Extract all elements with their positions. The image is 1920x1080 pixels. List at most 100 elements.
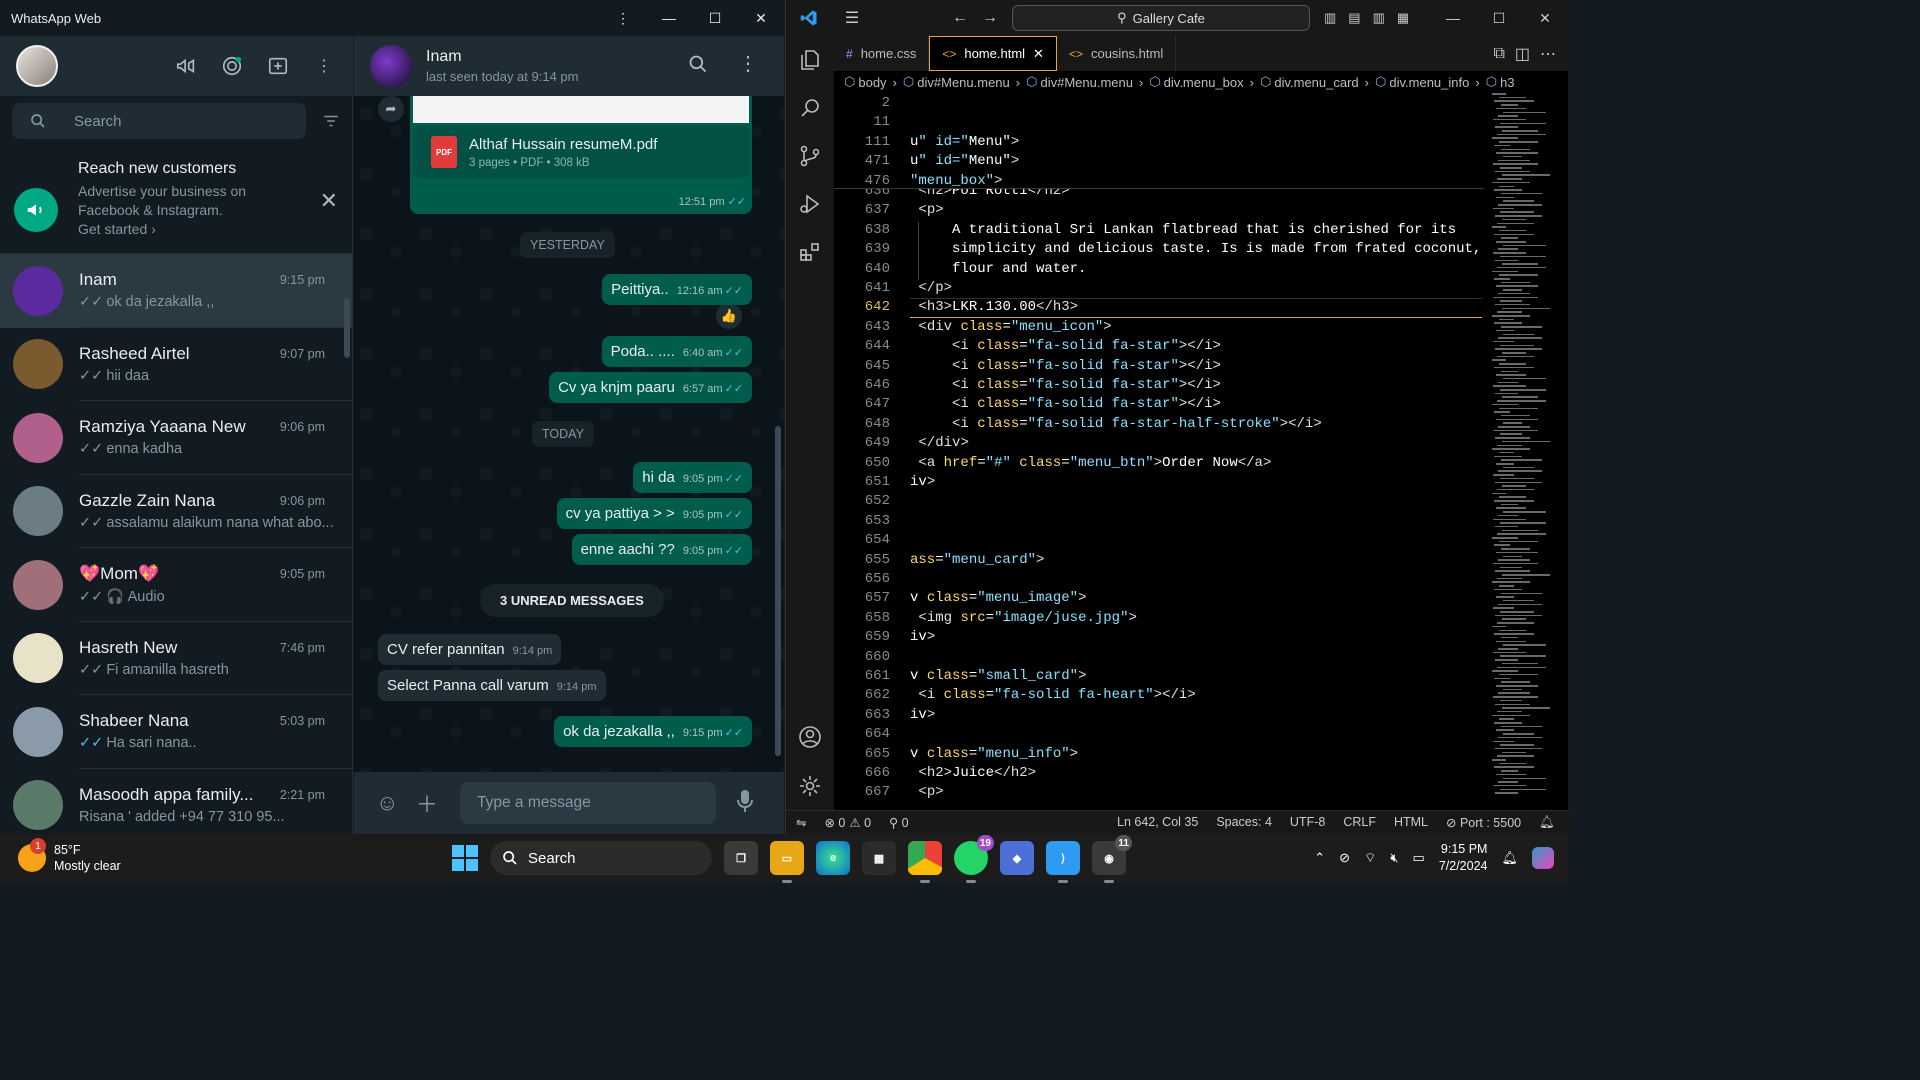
breadcrumb-item[interactable]: div#Menu.menu xyxy=(1040,75,1133,90)
code-line[interactable]: v class="menu_info"> xyxy=(910,746,1078,762)
explorer-icon[interactable] xyxy=(786,36,834,84)
open-preview-icon[interactable]: ⧉ xyxy=(1493,45,1504,63)
outgoing-message[interactable]: enne aachi ?? 9:05 pm ✓✓ xyxy=(571,534,752,565)
toggle-sidebar-icon[interactable]: ▥ xyxy=(1324,10,1336,26)
outgoing-message[interactable]: Poda.. .... 6:40 am ✓✓ xyxy=(601,336,752,367)
incoming-message[interactable]: CV refer pannitan 9:14 pm xyxy=(378,634,562,665)
chat-list-item[interactable]: Shabeer Nana 5:03 pm ✓✓ Ha sari nana.. xyxy=(0,695,352,769)
code-line[interactable]: iv> xyxy=(910,629,935,645)
close-button[interactable]: ✕ xyxy=(1522,0,1568,36)
reaction-emoji[interactable]: 👍 xyxy=(716,303,742,329)
outgoing-message[interactable]: ok da jezakalla ,, 9:15 pm ✓✓ xyxy=(554,716,752,747)
code-line[interactable]: <i class="fa-solid fa-star-half-stroke">… xyxy=(910,416,1322,432)
app-cube-icon[interactable]: ◆ xyxy=(1000,841,1034,875)
menu-icon[interactable]: ⋮ xyxy=(312,54,336,78)
code-line[interactable]: <i class="fa-solid fa-star"></i> xyxy=(910,338,1221,354)
maximize-button[interactable]: ☐ xyxy=(1476,0,1522,36)
whatsapp-web-icon[interactable]: ◉ 11 xyxy=(1092,835,1132,883)
code-line[interactable]: A traditional Sri Lankan flatbread that … xyxy=(910,222,1456,238)
settings-gear-icon[interactable] xyxy=(786,762,834,810)
minimap[interactable] xyxy=(1492,93,1554,810)
my-avatar[interactable] xyxy=(16,45,58,87)
emoji-icon[interactable]: ☺ xyxy=(376,790,416,816)
taskbar-search[interactable]: Search xyxy=(490,841,712,875)
battery-icon[interactable]: ▭ xyxy=(1413,850,1425,866)
promo-cta[interactable]: Get started › xyxy=(78,220,320,239)
editor-tab[interactable]: <> cousins.html xyxy=(1057,36,1177,71)
line-ending[interactable]: CRLF xyxy=(1343,815,1376,830)
conversation-scrollbar[interactable] xyxy=(775,426,781,756)
copilot-icon[interactable] xyxy=(1532,847,1554,869)
code-line[interactable]: iv> xyxy=(910,707,935,723)
code-line[interactable]: <h3>LKR.130.00</h3> xyxy=(910,299,1078,315)
network-off-icon[interactable]: ⊘ xyxy=(1339,850,1350,866)
microphone-icon[interactable] xyxy=(736,789,754,818)
maximize-button[interactable]: ☐ xyxy=(692,0,738,36)
code-line[interactable]: <i class="fa-solid fa-star"></i> xyxy=(910,358,1221,374)
customize-layout-icon[interactable]: ▦ xyxy=(1397,10,1409,26)
message-input[interactable]: Type a message xyxy=(460,782,716,824)
search-icon[interactable] xyxy=(688,54,708,79)
task-view-icon[interactable]: ❐ xyxy=(724,841,758,875)
outgoing-message[interactable]: hi da 9:05 pm ✓✓ xyxy=(633,462,752,493)
outgoing-message[interactable]: Cv ya knjm paaru 6:57 am ✓✓ xyxy=(549,372,752,403)
code-line[interactable]: flour and water. xyxy=(910,261,1086,277)
breadcrumb-item[interactable]: div#Menu.menu xyxy=(917,75,1010,90)
more-options-icon[interactable]: ⋮ xyxy=(600,0,646,36)
vscode-taskbar-icon[interactable]: ⟩ xyxy=(1046,841,1080,883)
breadcrumb-item[interactable]: div.menu_info xyxy=(1389,75,1469,90)
chat-list-item[interactable]: Rasheed Airtel 9:07 pm ✓✓ hii daa xyxy=(0,328,352,401)
attach-icon[interactable]: ＋ xyxy=(416,787,456,819)
chat-list-item[interactable]: Inam 9:15 pm ✓✓ ok da jezakalla ,, xyxy=(0,254,352,328)
editor-tab[interactable]: <> home.html ✕ xyxy=(929,36,1057,71)
more-actions-icon[interactable]: ⋯ xyxy=(1540,44,1556,64)
volume-muted-icon[interactable]: 🔇︎ xyxy=(1390,850,1398,866)
notifications-bell-icon[interactable]: 🔔︎ xyxy=(1539,815,1555,830)
breadcrumb-item[interactable]: div.menu_box xyxy=(1164,75,1244,90)
outgoing-message[interactable]: Peittiya.. 12:16 am ✓✓ xyxy=(602,274,752,305)
code-line[interactable]: ass="menu_card"> xyxy=(910,552,1044,568)
code-line[interactable]: <div class="menu_icon"> xyxy=(910,319,1111,335)
code-line[interactable]: simplicity and delicious taste. Is is ma… xyxy=(910,241,1481,257)
close-tab-icon[interactable]: ✕ xyxy=(1033,46,1044,62)
new-chat-icon[interactable] xyxy=(266,54,290,78)
outgoing-message[interactable]: cv ya pattiya > > 9:05 pm ✓✓ xyxy=(556,498,752,529)
promo-banner[interactable]: Reach new customers Advertise your busin… xyxy=(0,146,352,254)
forward-arrow-icon[interactable]: → xyxy=(982,9,998,27)
pdf-file[interactable]: PDF Althaf Hussain resumeM.pdf 3 pages •… xyxy=(413,126,749,178)
code-line[interactable]: <i class="fa-solid fa-heart"></i> xyxy=(910,687,1195,703)
toggle-panel-icon[interactable]: ▤ xyxy=(1348,10,1360,26)
chat-list-item[interactable]: Ramziya Yaaana New 9:06 pm ✓✓ enna kadha xyxy=(0,401,352,475)
cursor-position[interactable]: Ln 642, Col 35 xyxy=(1117,815,1198,830)
chat-list-item[interactable]: 💖Mom💖 9:05 pm ✓✓ 🎧 Audio xyxy=(0,548,352,622)
code-line[interactable]: <h2>Juice</h2> xyxy=(910,765,1036,781)
close-icon[interactable]: ✕ xyxy=(320,188,338,241)
code-line[interactable]: <p> xyxy=(910,784,943,800)
filter-icon[interactable] xyxy=(306,112,340,130)
file-explorer-icon[interactable]: ▭ xyxy=(770,841,804,883)
command-center[interactable]: ⚲ Gallery Cafe xyxy=(1012,5,1310,31)
hamburger-menu-icon[interactable]: ☰ xyxy=(832,8,872,28)
problems-errors[interactable]: ⊗ 0 xyxy=(824,815,845,830)
toggle-secondary-sidebar-icon[interactable]: ▥ xyxy=(1373,10,1385,26)
run-debug-icon[interactable] xyxy=(786,180,834,228)
ports-indicator[interactable]: ⚲ 0 xyxy=(889,815,909,830)
contact-avatar[interactable] xyxy=(370,45,412,87)
search-icon[interactable] xyxy=(786,84,834,132)
code-line[interactable]: </p> xyxy=(910,280,952,296)
indentation[interactable]: Spaces: 4 xyxy=(1216,815,1272,830)
whatsapp-icon[interactable]: 19 xyxy=(954,835,994,883)
code-line[interactable]: <i class="fa-solid fa-star"></i> xyxy=(910,377,1221,393)
notification-bell-icon[interactable]: 🔔︎ xyxy=(1501,850,1518,866)
chat-list-scrollbar[interactable] xyxy=(344,298,350,358)
chat-list-item[interactable]: Gazzle Zain Nana 9:06 pm ✓✓ assalamu alaiku… xyxy=(0,475,352,548)
code-line[interactable]: </div> xyxy=(910,435,968,451)
clock[interactable]: 9:15 PM 7/2/2024 xyxy=(1439,841,1488,875)
chat-list-item[interactable]: Hasreth New 7:46 pm ✓✓ Fi amanilla hasreth xyxy=(0,622,352,695)
conversation-header[interactable]: Inam last seen today at 9:14 pm ⋮ xyxy=(354,36,784,96)
back-arrow-icon[interactable]: ← xyxy=(952,9,968,27)
problems-warnings[interactable]: ⚠ 0 xyxy=(849,815,871,830)
start-button[interactable] xyxy=(452,845,478,871)
weather-widget[interactable]: 1 85°F Mostly clear xyxy=(18,838,121,874)
code-line[interactable]: v class="menu_image"> xyxy=(910,590,1086,606)
